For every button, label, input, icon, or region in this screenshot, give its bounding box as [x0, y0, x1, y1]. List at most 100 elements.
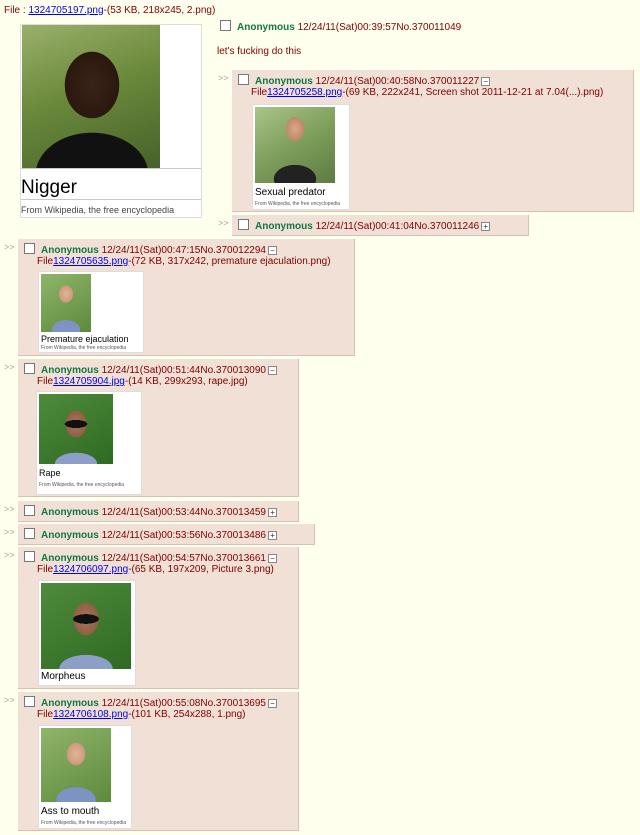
reply-post: Anonymous 12/24/11(Sat)00:55:08No.370013… — [18, 692, 299, 831]
post-datetime: 12/24/11(Sat)00:41:04 — [315, 221, 415, 232]
thumb-title: Premature ejaculation — [41, 334, 129, 344]
collapse-icon[interactable]: − — [267, 554, 277, 563]
thumb-subtitle: From Wikipedia, the free encyclopedia — [41, 345, 127, 351]
reply-checkbox[interactable] — [24, 363, 35, 374]
thumb-photo — [41, 728, 111, 802]
file-link[interactable]: 1324706108.png — [53, 709, 128, 720]
file-link[interactable]: 1324705635.png — [53, 256, 128, 267]
poster-name: Anonymous — [41, 365, 99, 376]
thumb-title: Morpheus — [41, 671, 86, 682]
reply-thumbnail[interactable]: Rape From Wikipedia, the free encycloped… — [36, 391, 142, 495]
thumb-photo — [41, 583, 131, 669]
op-photo — [22, 25, 160, 168]
poster-name: Anonymous — [41, 530, 99, 541]
file-meta: -(101 KB, 254x288, 1.png) — [128, 709, 246, 720]
reply-arrow: >> — [4, 504, 15, 514]
post-datetime: 12/24/11(Sat)00:53:44 — [101, 507, 201, 518]
expand-icon[interactable]: + — [267, 508, 277, 517]
file-word: File — [37, 376, 54, 387]
thumb-title: Ass to mouth — [41, 806, 100, 817]
thumb-photo — [39, 394, 113, 464]
op-file-link[interactable]: 1324705197.png — [28, 5, 103, 16]
file-word: File — [37, 564, 54, 575]
op-post-header: Anonymous 12/24/11(Sat)00:39:57No.370011… — [220, 20, 461, 33]
post-number[interactable]: No.370013459 — [200, 507, 266, 518]
reply-arrow: >> — [218, 73, 229, 83]
file-link[interactable]: 1324706097.png — [53, 564, 128, 575]
reply-header: Anonymous 12/24/11(Sat)00:47:15No.370012… — [24, 243, 277, 256]
reply-header: Anonymous 12/24/11(Sat)00:51:44No.370013… — [24, 363, 277, 376]
file-meta: -(65 KB, 197x209, Picture 3.png) — [128, 564, 274, 575]
reply-arrow: >> — [4, 242, 15, 252]
post-number[interactable]: No.370011227 — [414, 76, 479, 87]
reply-header: Anonymous 12/24/11(Sat)00:53:56No.370013… — [24, 528, 277, 541]
poster-name: Anonymous — [41, 245, 99, 256]
reply-checkbox[interactable] — [24, 551, 35, 562]
post-number[interactable]: No.370013090 — [200, 365, 266, 376]
reply-header: Anonymous 12/24/11(Sat)00:40:58No.370011… — [238, 74, 491, 87]
reply-post: Anonymous 12/24/11(Sat)00:47:15No.370012… — [18, 239, 355, 356]
reply-arrow: >> — [4, 527, 15, 537]
collapse-icon[interactable]: − — [481, 77, 491, 86]
collapse-icon[interactable]: − — [267, 366, 277, 375]
reply-arrow: >> — [4, 550, 15, 560]
op-file-meta: -(53 KB, 218x245, 2.png) — [103, 5, 216, 16]
reply-header: Anonymous 12/24/11(Sat)00:55:08No.370013… — [24, 696, 277, 709]
op-poster-name: Anonymous — [237, 22, 295, 33]
reply-header: Anonymous 12/24/11(Sat)00:41:04No.370011… — [238, 219, 491, 232]
thumb-title: Sexual predator — [255, 187, 326, 198]
reply-checkbox[interactable] — [24, 243, 35, 254]
file-word: File — [37, 709, 54, 720]
file-word: File — [251, 87, 268, 98]
reply-thumbnail[interactable]: Premature ejaculation From Wikipedia, th… — [38, 271, 144, 353]
thumb-subtitle: From Wikipedia, the free encyclopedia — [255, 201, 341, 207]
reply-checkbox[interactable] — [238, 74, 249, 85]
file-link[interactable]: 1324705258.png — [267, 87, 342, 98]
reply-checkbox[interactable] — [24, 505, 35, 516]
expand-icon[interactable]: + — [267, 531, 277, 540]
poster-name: Anonymous — [255, 76, 313, 87]
op-delete-checkbox[interactable] — [220, 20, 231, 31]
op-file-info: File : 1324705197.png-(53 KB, 218x245, 2… — [4, 5, 215, 16]
op-thumb-subtitle: From Wikipedia, the free encyclopedia — [21, 205, 175, 215]
reply-post-collapsed: Anonymous 12/24/11(Sat)00:53:44No.370013… — [18, 501, 299, 522]
thumb-subtitle: From Wikipedia, the free encyclopedia — [41, 820, 127, 826]
file-info: File1324705635.png-(72 KB, 317x242, prem… — [37, 256, 331, 267]
reply-checkbox[interactable] — [238, 219, 249, 230]
file-info: File1324706108.png-(101 KB, 254x288, 1.p… — [37, 709, 246, 720]
reply-checkbox[interactable] — [24, 528, 35, 539]
file-meta: -(72 KB, 317x242, premature ejaculation.… — [128, 256, 331, 267]
thumb-subtitle: From Wikipedia, the free encyclopedia — [39, 482, 125, 488]
reply-arrow: >> — [4, 362, 15, 372]
reply-thumbnail[interactable]: Sexual predator From Wikipedia, the free… — [252, 104, 350, 210]
post-number[interactable]: No.370013661 — [200, 553, 266, 564]
file-word: File — [37, 256, 54, 267]
op-file-prefix: File : — [4, 5, 29, 16]
file-info: File1324706097.png-(65 KB, 197x209, Pict… — [37, 564, 274, 575]
post-number[interactable]: No.370012294 — [200, 245, 266, 256]
post-number[interactable]: No.370011246 — [414, 221, 479, 232]
file-info: File1324705258.png-(69 KB, 222x241, Scre… — [251, 87, 603, 98]
op-datetime: 12/24/11(Sat)00:39:57 — [297, 22, 397, 33]
thumb-photo — [41, 274, 91, 332]
poster-name: Anonymous — [41, 507, 99, 518]
collapse-icon[interactable]: − — [267, 246, 277, 255]
reply-checkbox[interactable] — [24, 696, 35, 707]
file-link[interactable]: 1324705904.jpg — [53, 376, 125, 387]
post-datetime: 12/24/11(Sat)00:53:56 — [101, 530, 201, 541]
poster-name: Anonymous — [255, 221, 313, 232]
post-datetime: 12/24/11(Sat)00:55:08 — [101, 698, 201, 709]
post-number[interactable]: No.370013695 — [200, 698, 266, 709]
collapse-icon[interactable]: − — [267, 699, 277, 708]
reply-header: Anonymous 12/24/11(Sat)00:53:44No.370013… — [24, 505, 277, 518]
op-post-number[interactable]: No.370011049 — [396, 22, 461, 33]
reply-thumbnail[interactable]: Morpheus — [38, 580, 136, 686]
reply-thumbnail[interactable]: Ass to mouth From Wikipedia, the free en… — [38, 725, 132, 829]
post-datetime: 12/24/11(Sat)00:51:44 — [101, 365, 201, 376]
thumb-photo — [255, 107, 335, 183]
reply-post: Anonymous 12/24/11(Sat)00:51:44No.370013… — [18, 359, 299, 497]
op-thumbnail[interactable]: Nigger From Wikipedia, the free encyclop… — [20, 24, 202, 218]
op-thumb-title: Nigger — [21, 177, 77, 198]
post-number[interactable]: No.370013486 — [200, 530, 266, 541]
expand-icon[interactable]: + — [481, 222, 491, 231]
